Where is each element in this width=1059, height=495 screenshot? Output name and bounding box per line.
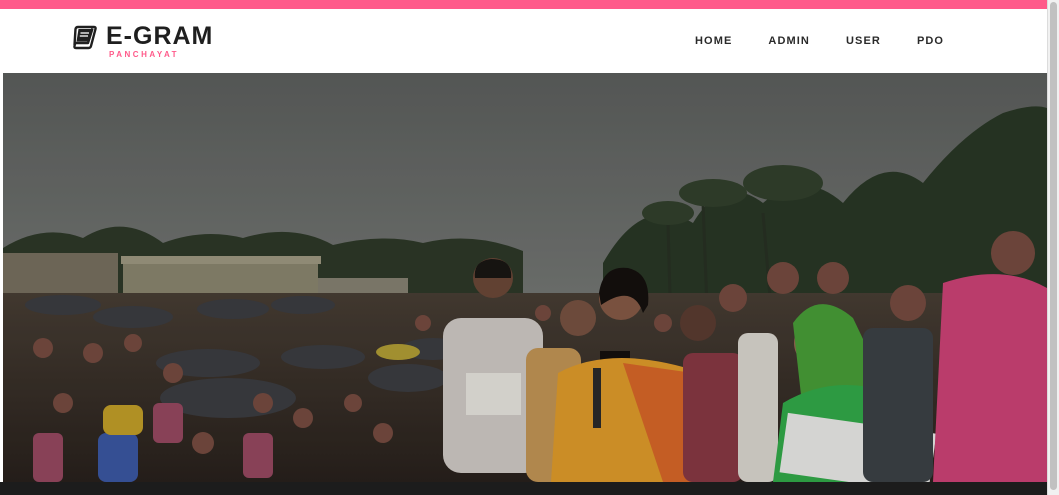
nav-item-user[interactable]: USER (846, 35, 881, 47)
hero-banner (3, 73, 1047, 482)
dark-section-edge (0, 482, 1047, 495)
vertical-scrollbar[interactable] (1047, 0, 1059, 495)
site-header: E-GRAM PANCHAYAT HOME ADMIN USER PDO (0, 9, 1047, 73)
main-nav: HOME ADMIN USER PDO (695, 35, 980, 47)
scrollbar-thumb[interactable] (1050, 2, 1057, 490)
site-logo[interactable]: E-GRAM PANCHAYAT (72, 23, 213, 59)
nav-item-pdo[interactable]: PDO (917, 35, 944, 47)
brand-title: E-GRAM (106, 22, 214, 50)
nav-item-admin[interactable]: ADMIN (768, 35, 810, 47)
book-icon (73, 25, 97, 50)
hero-image (3, 73, 1047, 482)
nav-item-home[interactable]: HOME (695, 35, 732, 47)
brand-subtitle: PANCHAYAT (109, 50, 180, 59)
top-accent-bar (0, 0, 1047, 9)
